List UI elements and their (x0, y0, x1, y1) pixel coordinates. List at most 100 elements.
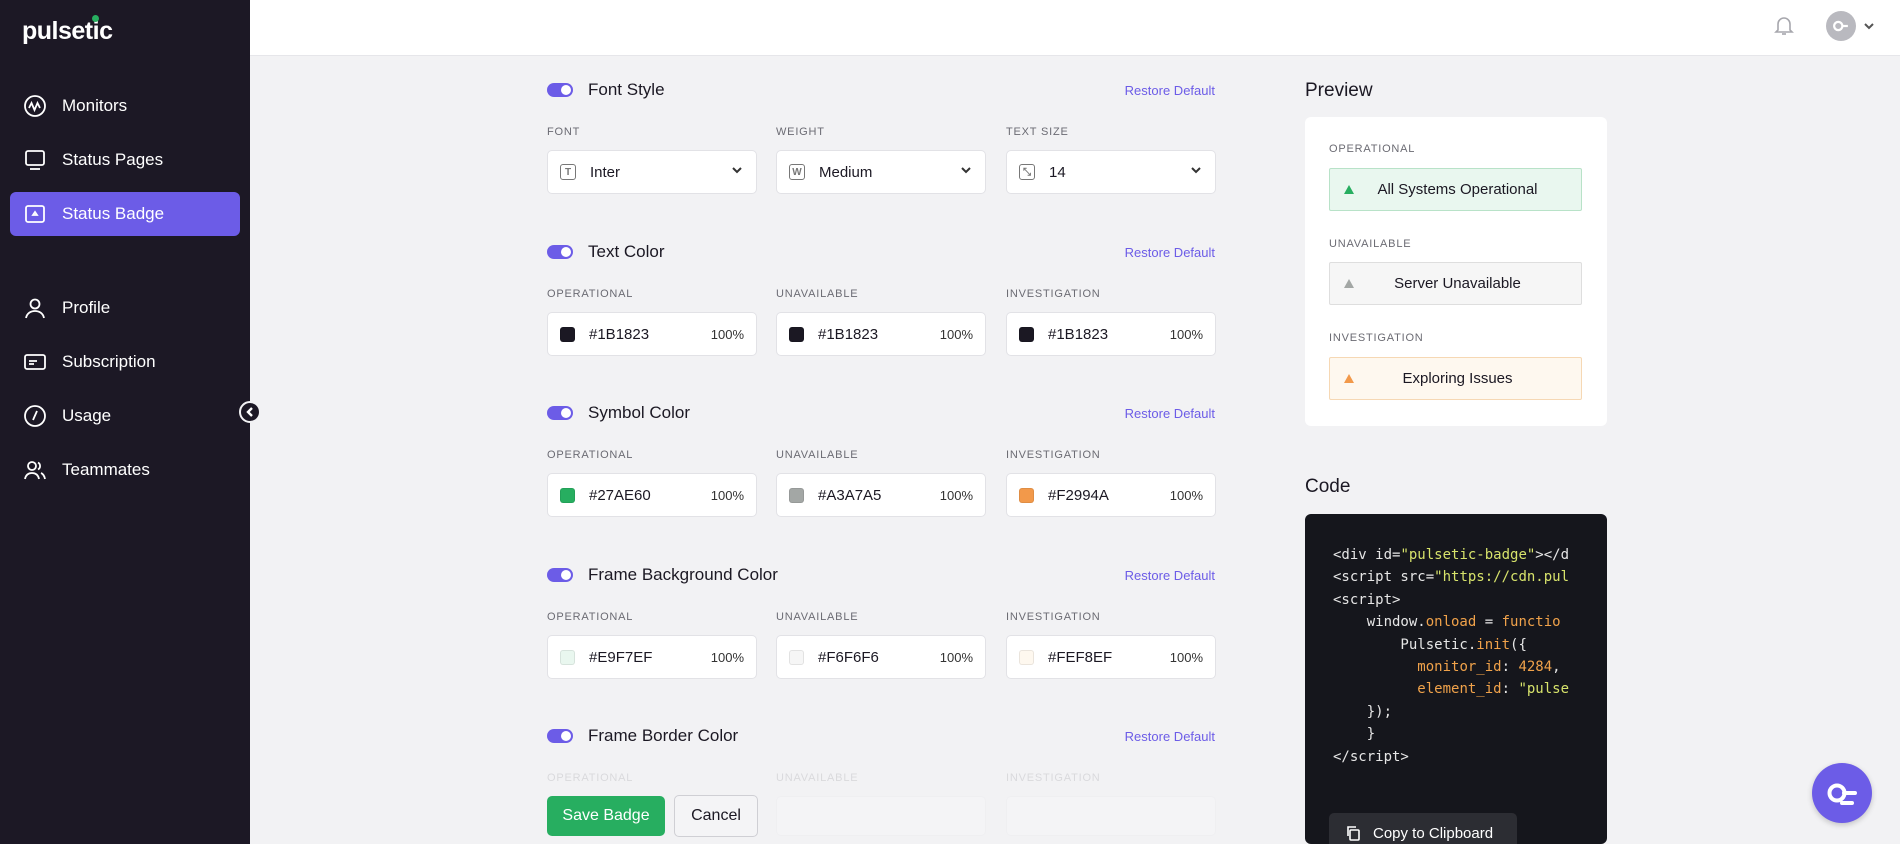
sidebar-item-profile[interactable]: Profile (10, 286, 240, 330)
sidebar-item-status-pages[interactable]: Status Pages (10, 138, 240, 182)
field-label: UNAVAILABLE (776, 772, 859, 784)
hex-value: #FEF8EF (1048, 648, 1113, 666)
gauge-icon (22, 403, 48, 429)
font-style-toggle[interactable] (547, 83, 573, 97)
hex-value: #1B1823 (1048, 325, 1109, 343)
triangle-up-icon (1344, 185, 1354, 194)
cancel-button[interactable]: Cancel (674, 795, 758, 837)
color-swatch[interactable] (1019, 649, 1034, 665)
section-title: Frame Border Color (588, 726, 739, 745)
section-font-style: Font Style Restore Default (547, 78, 1215, 102)
color-field[interactable]: #FEF8EF 100% (1006, 635, 1216, 679)
text-size-select[interactable]: ⤡ 14 (1006, 150, 1216, 194)
section-frame-background: Frame Background Color Restore Default (547, 563, 1215, 587)
section-title: Text Color (588, 242, 665, 261)
color-field[interactable] (1006, 796, 1216, 836)
badge-investigation: Exploring Issues (1329, 357, 1582, 400)
color-swatch[interactable] (1019, 487, 1034, 503)
color-field[interactable]: #A3A7A5 100% (776, 473, 986, 517)
section-title: Symbol Color (588, 403, 691, 422)
field-label: FONT (547, 126, 581, 138)
person-icon (22, 295, 48, 321)
color-field[interactable] (776, 796, 986, 836)
preview-label: OPERATIONAL (1329, 143, 1416, 155)
restore-default-link[interactable]: Restore Default (1125, 83, 1215, 98)
chevron-down-icon[interactable] (1862, 19, 1876, 33)
restore-default-link[interactable]: Restore Default (1125, 729, 1215, 744)
opacity-value: 100% (939, 326, 973, 342)
card-icon (22, 349, 48, 375)
sidebar-item-status-badge[interactable]: Status Badge (10, 192, 240, 236)
triangle-up-icon (1344, 374, 1354, 383)
triangle-up-icon (1344, 279, 1354, 288)
sidebar-item-monitors[interactable]: Monitors (10, 84, 240, 128)
logo-text: pulsetic (22, 17, 113, 45)
hex-value: #27AE60 (589, 486, 651, 504)
symbol-color-toggle[interactable] (547, 406, 573, 420)
sidebar-item-label: Usage (62, 406, 112, 425)
field-label: WEIGHT (776, 126, 825, 138)
color-swatch[interactable] (560, 649, 575, 665)
color-field[interactable]: #F6F6F6 100% (776, 635, 986, 679)
sidebar-item-teammates[interactable]: Teammates (10, 448, 240, 492)
color-field[interactable]: #1B1823 100% (547, 312, 757, 356)
restore-default-link[interactable]: Restore Default (1125, 568, 1215, 583)
top-bar (250, 0, 1900, 56)
field-label: OPERATIONAL (547, 288, 634, 300)
field-label: OPERATIONAL (547, 611, 634, 623)
section-text-color: Text Color Restore Default (547, 240, 1215, 264)
restore-default-link[interactable]: Restore Default (1125, 406, 1215, 421)
text-font-icon: T (560, 164, 576, 180)
opacity-value: 100% (710, 326, 744, 342)
embed-code[interactable]: <div id="pulsetic-badge"></d <script src… (1333, 544, 1569, 768)
color-swatch[interactable] (560, 326, 575, 342)
weight-select[interactable]: W Medium (776, 150, 986, 194)
chevron-down-icon (730, 163, 744, 181)
color-field[interactable]: #1B1823 100% (776, 312, 986, 356)
sidebar-collapse-button[interactable] (239, 401, 261, 423)
hex-value: #E9F7EF (589, 648, 653, 666)
copy-to-clipboard-button[interactable]: Copy to Clipboard (1329, 813, 1517, 844)
color-field[interactable]: #F2994A 100% (1006, 473, 1216, 517)
text-size-value: 14 (1049, 163, 1066, 181)
hex-value: #A3A7A5 (818, 486, 882, 504)
color-swatch[interactable] (789, 649, 804, 665)
field-label: INVESTIGATION (1006, 449, 1101, 461)
badge-operational: All Systems Operational (1329, 168, 1582, 211)
preview-title: Preview (1305, 80, 1373, 101)
avatar[interactable] (1826, 11, 1856, 41)
section-title: Frame Background Color (588, 565, 778, 584)
frame-border-toggle[interactable] (547, 729, 573, 743)
badge-text: All Systems Operational (1377, 181, 1538, 198)
field-label: UNAVAILABLE (776, 449, 859, 461)
color-swatch[interactable] (1019, 326, 1034, 342)
pulsetic-chat-icon (1827, 783, 1857, 805)
field-label: OPERATIONAL (547, 449, 634, 461)
notifications-bell-icon[interactable] (1772, 13, 1798, 39)
hex-value: #F6F6F6 (818, 648, 879, 666)
color-swatch[interactable] (789, 487, 804, 503)
text-color-toggle[interactable] (547, 245, 573, 259)
color-swatch[interactable] (560, 487, 575, 503)
color-field[interactable]: #27AE60 100% (547, 473, 757, 517)
sidebar-item-usage[interactable]: Usage (10, 394, 240, 438)
screen-icon (22, 147, 48, 173)
opacity-value: 100% (1169, 649, 1203, 665)
sidebar-item-subscription[interactable]: Subscription (10, 340, 240, 384)
preview-label: INVESTIGATION (1329, 332, 1424, 344)
color-field[interactable]: #E9F7EF 100% (547, 635, 757, 679)
support-chat-button[interactable] (1812, 763, 1872, 823)
color-field[interactable]: #1B1823 100% (1006, 312, 1216, 356)
restore-default-link[interactable]: Restore Default (1125, 245, 1215, 260)
frame-background-toggle[interactable] (547, 568, 573, 582)
sidebar: pulsetic Monitors Status Pages Status Ba… (0, 0, 250, 844)
copy-icon (1347, 826, 1360, 841)
save-badge-button[interactable]: Save Badge (547, 796, 665, 836)
monitor-pulse-icon (22, 93, 48, 119)
field-label: TEXT SIZE (1006, 126, 1069, 138)
color-swatch[interactable] (789, 326, 804, 342)
preview-label: UNAVAILABLE (1329, 238, 1412, 250)
section-title: Font Style (588, 80, 665, 99)
logo[interactable]: pulsetic (22, 15, 113, 46)
font-select[interactable]: T Inter (547, 150, 757, 194)
